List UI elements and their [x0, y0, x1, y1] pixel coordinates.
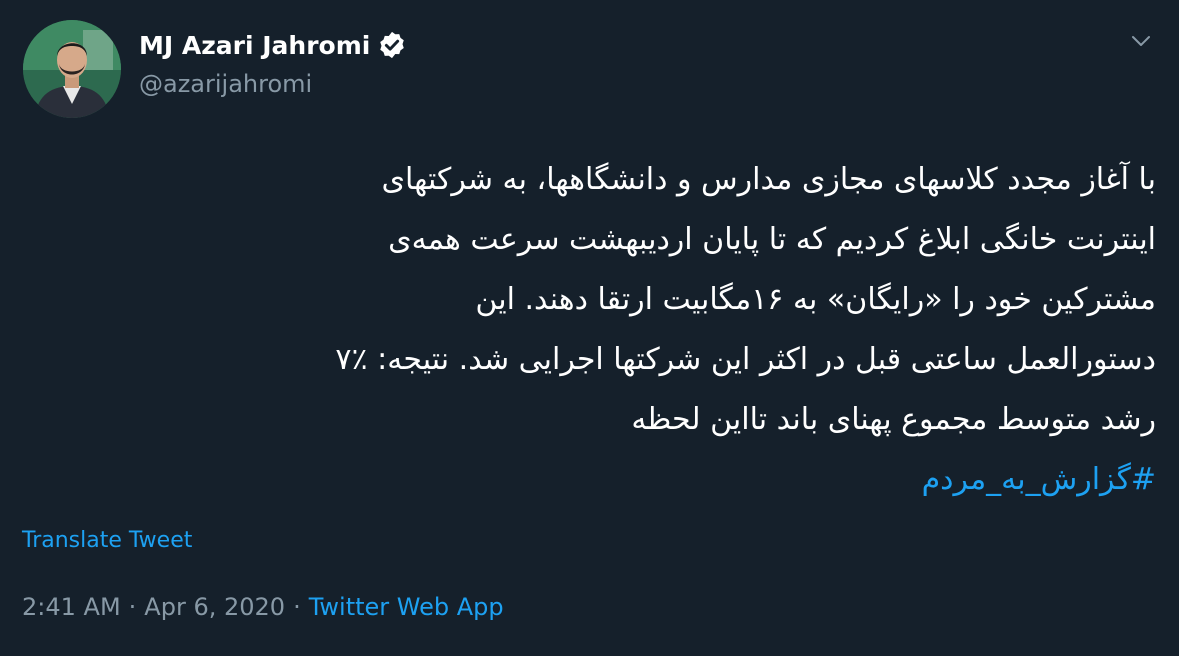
verified-badge-icon — [380, 31, 405, 59]
tweet-time[interactable]: 2:41 AM — [22, 593, 121, 621]
avatar[interactable] — [23, 20, 121, 118]
chevron-down-icon — [1132, 36, 1150, 46]
tweet-text-line: دستورالعمل ساعتی قبل در اکثر این شرکتها … — [335, 342, 1156, 377]
avatar-image — [23, 20, 121, 118]
author-name-row[interactable]: MJ Azari Jahromi — [139, 30, 407, 60]
tweet-text: با آغاز مجدد کلاسهای مجازی مدارس و دانشگ… — [22, 150, 1156, 510]
tweet-source-link[interactable]: Twitter Web App — [309, 593, 504, 621]
author-name[interactable]: MJ Azari Jahromi — [139, 31, 370, 60]
tweet-card: MJ Azari Jahromi @azarijahromi با آغاز م… — [0, 0, 1179, 656]
author-handle[interactable]: @azarijahromi — [139, 70, 312, 98]
tweet-meta: 2:41 AM · Apr 6, 2020 · Twitter Web App — [22, 593, 504, 621]
tweet-date[interactable]: Apr 6, 2020 — [144, 593, 285, 621]
meta-separator: · — [128, 593, 137, 621]
hashtag-link[interactable]: #گزارش_به_مردم — [22, 450, 1156, 510]
translate-tweet-link[interactable]: Translate Tweet — [22, 528, 192, 553]
tweet-text-line: اینترنت خانگی ابلاغ کردیم که تا پایان ار… — [388, 222, 1156, 257]
tweet-text-line: مشترکین خود را «رایگان» به ۱۶مگابیت ارتق… — [475, 282, 1156, 317]
tweet-text-line: با آغاز مجدد کلاسهای مجازی مدارس و دانشگ… — [381, 162, 1156, 197]
meta-separator: · — [293, 593, 301, 621]
tweet-text-line: رشد متوسط مجموع پهنای باند تااین لحظه — [631, 402, 1156, 437]
more-options-button[interactable] — [1124, 24, 1158, 58]
